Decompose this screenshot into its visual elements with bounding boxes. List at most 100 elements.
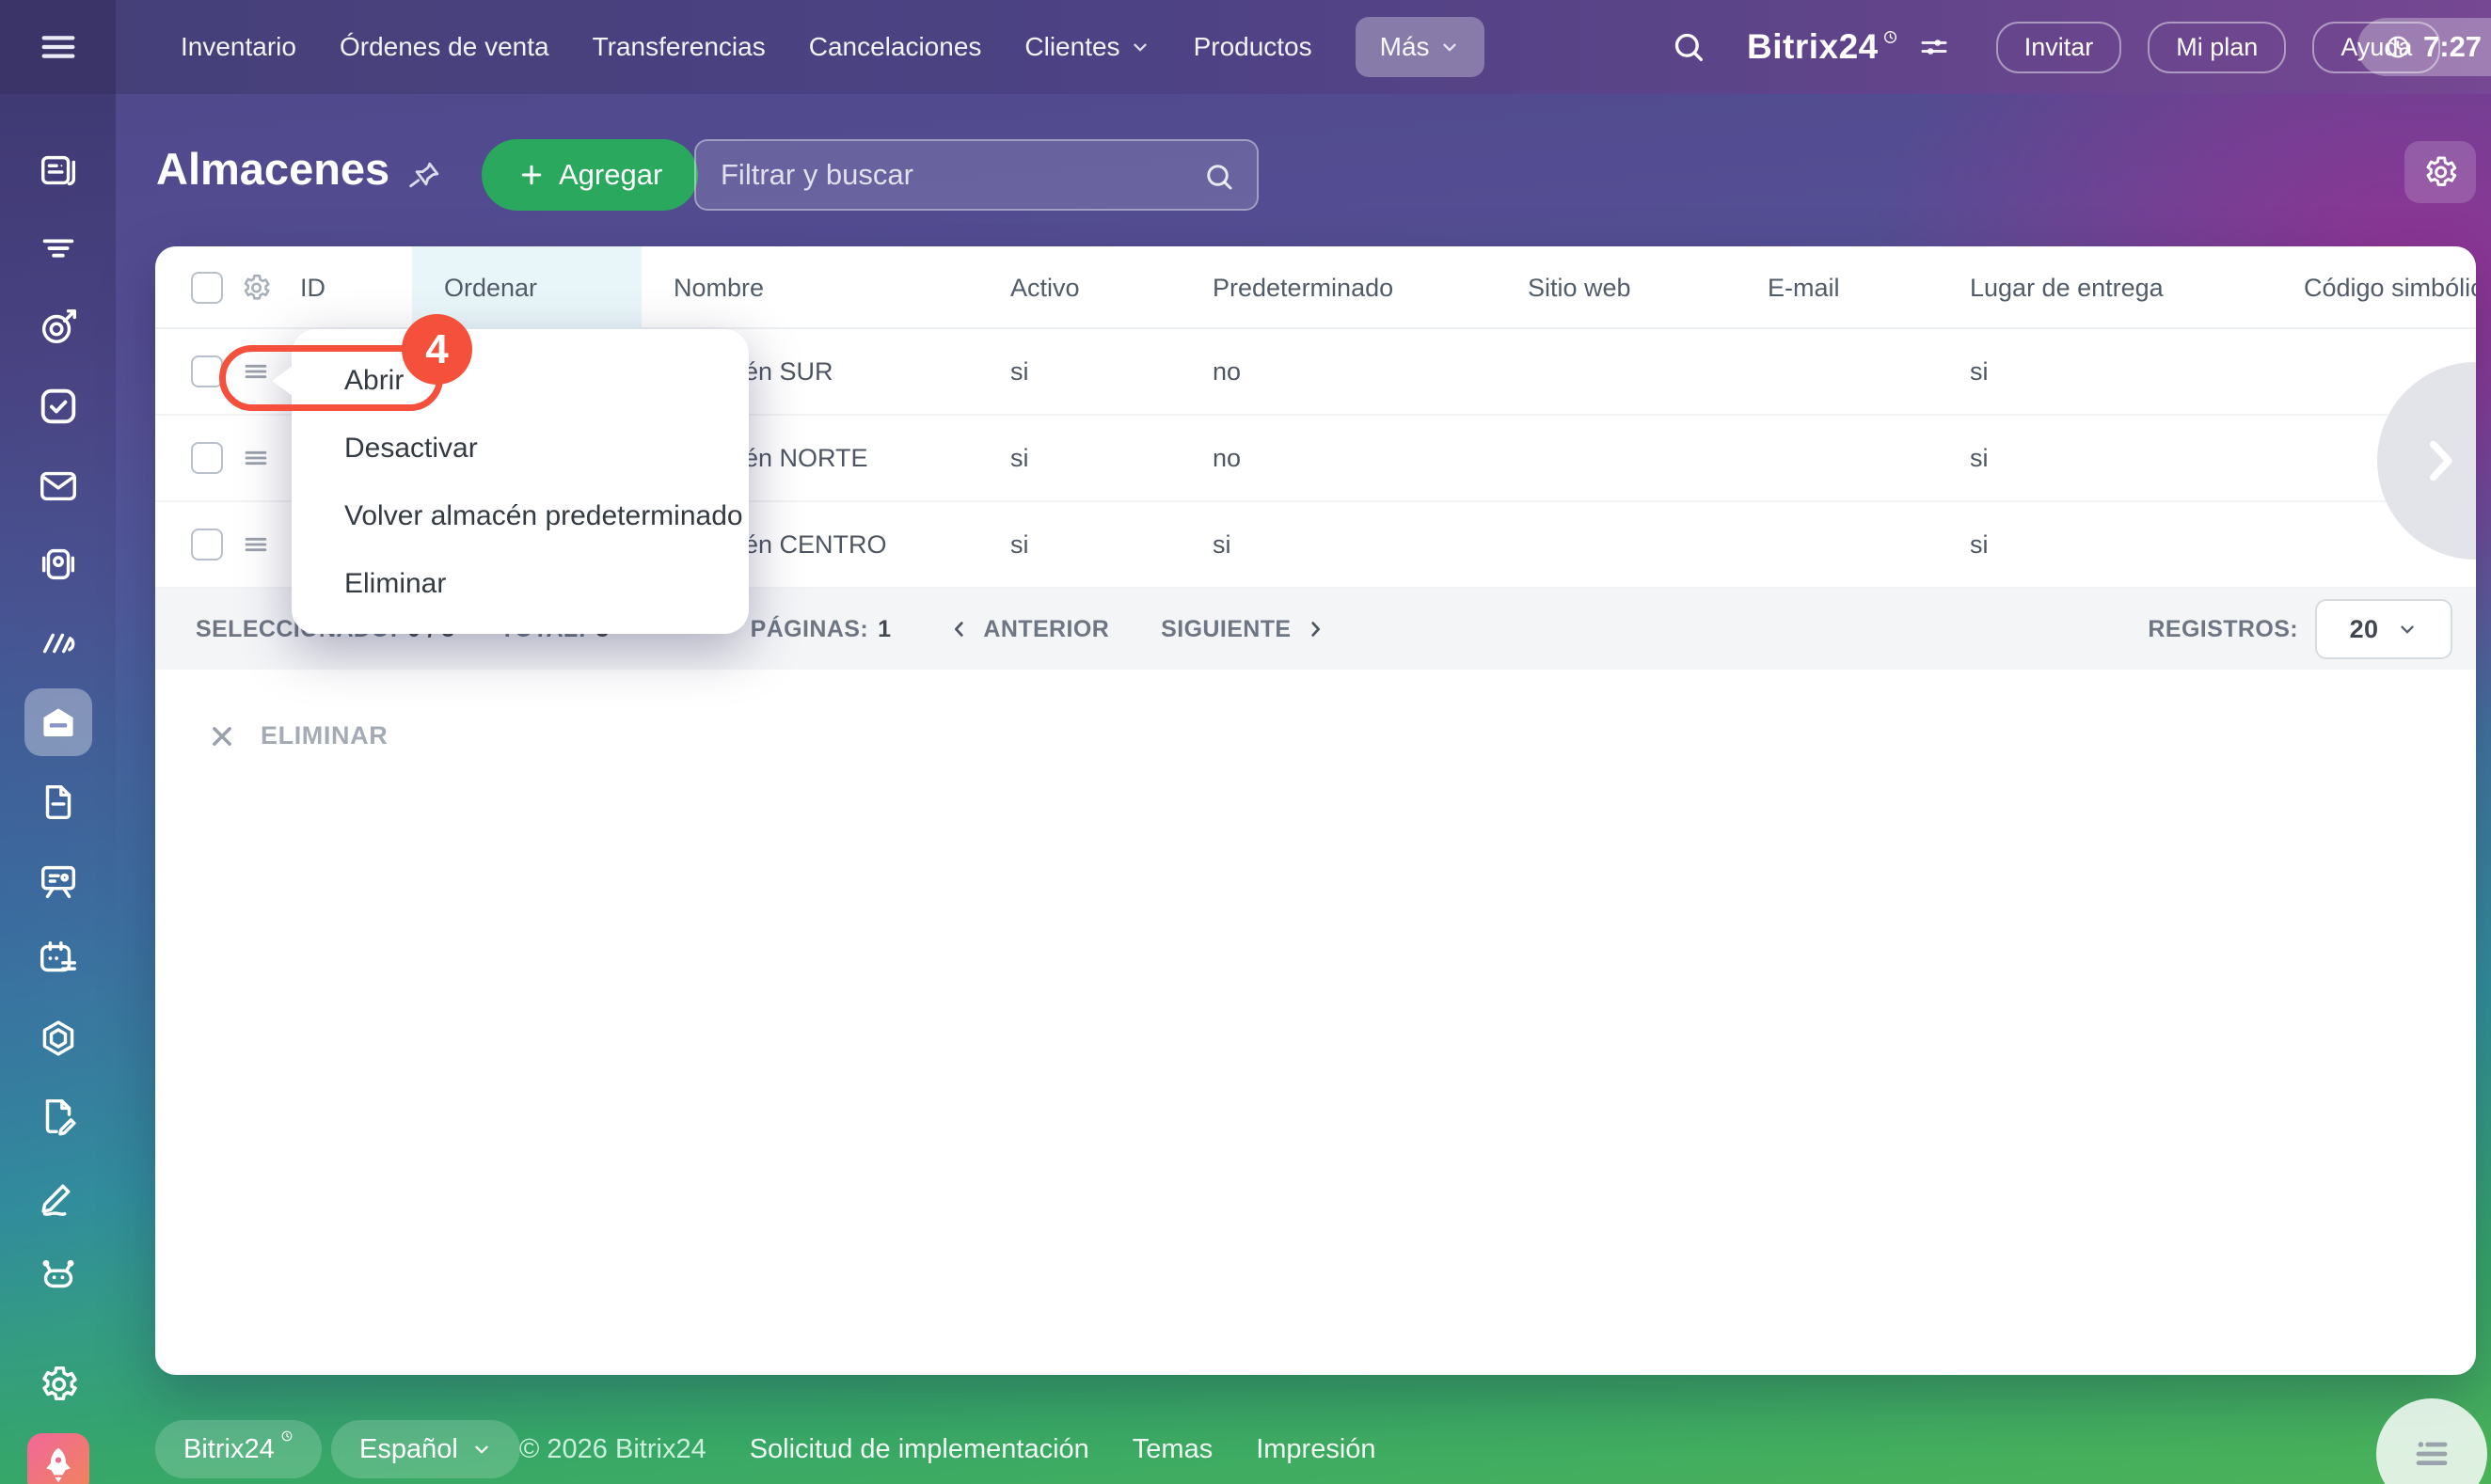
column-header-id[interactable]: ID [300, 274, 325, 303]
top-bar: Inventario Órdenes de venta Transferencias… [0, 0, 2491, 94]
footer-brand-pill[interactable]: Bitrix24 [155, 1420, 322, 1478]
document-icon [37, 781, 80, 824]
column-header-activo[interactable]: Activo [978, 274, 1181, 303]
nav-item-ordenes-de-venta[interactable]: Órdenes de venta [340, 32, 549, 62]
topbar-right-cluster: Bitrix24 Invitar Mi plan Ayuda [1670, 0, 2441, 94]
chevron-down-icon [2397, 619, 2418, 639]
nav-item-cancelaciones[interactable]: Cancelaciones [809, 32, 982, 62]
next-label: SIGUIENTE [1161, 615, 1292, 642]
whiteboard-icon [37, 860, 80, 903]
next-page-button[interactable]: SIGUIENTE [1161, 616, 1325, 643]
logo-text: Bitrix24 [1747, 27, 1879, 66]
footer-link-solicitud-de-implementacion[interactable]: Solicitud de implementación [750, 1434, 1089, 1465]
nav-item-label: Más [1379, 32, 1430, 61]
sidebar-item-tasks[interactable] [0, 372, 116, 440]
nav-item-label: Inventario [181, 32, 296, 61]
footer-link-temas[interactable]: Temas [1133, 1434, 1213, 1465]
cell-predeterminado: no [1213, 356, 1242, 386]
chevron-right-icon [1305, 619, 1325, 639]
column-header-lugar-de-entrega[interactable]: Lugar de entrega [1938, 274, 2272, 303]
sidebar-item-signature-pen[interactable] [0, 1162, 116, 1230]
add-warehouse-button[interactable]: Agregar [482, 139, 699, 211]
menu-item-desactivar[interactable]: Desactivar [292, 415, 749, 482]
logo-clock-icon [1882, 29, 1898, 45]
sidebar-item-warehouse[interactable] [0, 688, 116, 756]
pages-label: PÁGINAS: [750, 615, 869, 642]
sidebar-item-document[interactable] [0, 768, 116, 836]
nav-item-label: Clientes [1024, 32, 1120, 61]
row-menu-icon[interactable] [240, 442, 272, 474]
sidebar-toggle[interactable] [0, 0, 116, 94]
nav-item-transferencias[interactable]: Transferencias [593, 32, 766, 62]
chevron-down-icon [471, 1439, 492, 1460]
column-header-sitio-web[interactable]: Sitio web [1496, 274, 1736, 303]
row-checkbox[interactable] [191, 355, 223, 387]
sidebar-item-whiteboard[interactable] [0, 847, 116, 915]
current-time: 7:27 PM [2423, 30, 2491, 63]
column-header-e-mail[interactable]: E-mail [1736, 274, 1938, 303]
chevron-down-icon [1439, 37, 1460, 57]
filter-search-box [694, 139, 1259, 211]
search-icon[interactable] [1202, 160, 1236, 194]
sidebar-item-video-meeting[interactable] [0, 530, 116, 598]
prev-page-button[interactable]: ANTERIOR [949, 616, 1109, 643]
list-icon [2409, 1431, 2454, 1476]
chevron-down-icon [1130, 37, 1150, 57]
pin-icon[interactable] [405, 156, 445, 197]
sidebar-item-feed[interactable] [0, 137, 116, 205]
settings-gear-icon [37, 1363, 80, 1406]
sidebar-item-booking-calendar[interactable] [0, 925, 116, 993]
sliders-icon[interactable] [1917, 30, 1951, 64]
chevron-left-icon [949, 619, 970, 639]
delete-selected-label: ELIMINAR [261, 721, 389, 750]
cell-lugar-de-entrega: si [1970, 529, 1989, 559]
menu-item-eliminar[interactable]: Eliminar [292, 550, 749, 618]
bitrix24-logo: Bitrix24 [1747, 27, 1898, 67]
column-header-predeterminado[interactable]: Predeterminado [1181, 274, 1496, 303]
invitar-button[interactable]: Invitar [1995, 21, 2122, 73]
row-checkbox[interactable] [191, 529, 223, 560]
sidebar-item-ai-robot[interactable] [0, 1241, 116, 1309]
mi-plan-button[interactable]: Mi plan [2148, 21, 2287, 73]
clock-widget[interactable]: 7:27 PM [2357, 18, 2491, 76]
copyright-text: © 2026 Bitrix24 [519, 1433, 706, 1464]
columns-settings-icon[interactable] [240, 272, 272, 304]
row-menu-icon[interactable] [240, 529, 272, 560]
header-controls-cell: ID [155, 246, 412, 329]
delete-selected-button[interactable]: ELIMINAR [208, 721, 388, 750]
footer-link-impresion[interactable]: Impresión [1256, 1434, 1375, 1465]
nav-item-clientes[interactable]: Clientes [1024, 32, 1150, 62]
nav-item-label: Órdenes de venta [339, 32, 549, 61]
page-settings-button[interactable] [2404, 141, 2476, 203]
sidebar-item-marketing-target[interactable] [0, 293, 116, 361]
row-checkbox[interactable] [191, 442, 223, 474]
nav-item-inventario[interactable]: Inventario [181, 32, 296, 62]
sidebar-item-mail[interactable] [0, 452, 116, 520]
select-all-checkbox[interactable] [191, 272, 223, 304]
sidebar-item-crm-funnel[interactable] [0, 215, 116, 283]
sidebar-item-sign-document[interactable] [0, 1082, 116, 1150]
table-header-row: ID Ordenar Nombre Activo Predeterminado Sitio… [155, 246, 2476, 329]
hamburger-menu-icon [37, 25, 80, 69]
nav-item-productos[interactable]: Productos [1194, 32, 1312, 62]
language-selector[interactable]: Español [331, 1420, 520, 1478]
annotation-step-badge: 4 [402, 314, 472, 385]
column-header-nombre[interactable]: Nombre [642, 274, 978, 303]
nav-item-label: Productos [1193, 32, 1312, 61]
close-icon [208, 722, 236, 750]
records-label: REGISTROS: [2148, 615, 2298, 642]
nav-item-mas[interactable]: Más [1355, 17, 1484, 77]
sidebar-item-sites[interactable] [0, 609, 116, 677]
mail-icon [37, 465, 80, 508]
filter-search-input[interactable] [696, 141, 1257, 209]
menu-item-volver-almacen-predeterminado[interactable]: Volver almacén predeterminado [292, 482, 749, 550]
sidebar-item-bi-hexagon[interactable] [0, 1004, 116, 1072]
search-icon[interactable] [1670, 28, 1707, 66]
chevron-right-icon [2411, 433, 2467, 489]
cell-activo: si [1010, 529, 1029, 559]
records-per-page-select[interactable]: 20 [2315, 599, 2452, 659]
pages-counter: PÁGINAS: 1 [751, 616, 892, 643]
footer-brand-label: Bitrix24 [183, 1433, 275, 1464]
clock-icon [2384, 33, 2412, 61]
column-header-codigo-simbolico[interactable]: Código simbólico [2272, 274, 2476, 303]
